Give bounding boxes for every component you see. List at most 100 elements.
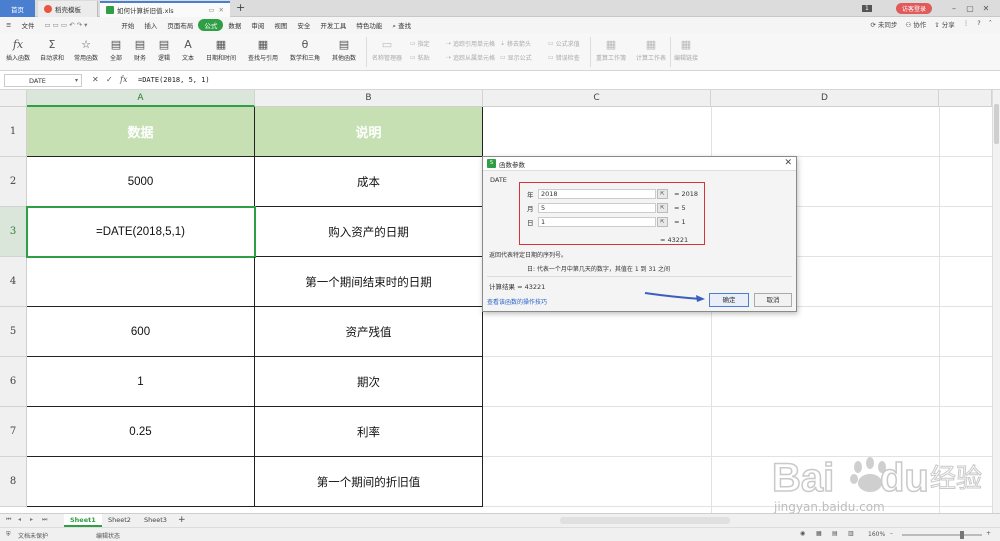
trace-precedents-button[interactable]: ⇢ 追踪引用单元格 <box>446 39 495 48</box>
fx-icon[interactable]: fx <box>120 75 127 84</box>
row-header-5[interactable]: 5 <box>0 307 27 357</box>
tab-home[interactable]: 首页 <box>0 0 35 17</box>
other-functions-button[interactable]: ▤ 其他函数 <box>332 35 356 63</box>
protect-status[interactable]: 文档未保护 <box>18 531 48 540</box>
maximize-icon[interactable]: ▢ <box>962 4 978 13</box>
name-box[interactable]: DATE ▾ <box>4 74 82 87</box>
visitor-login-button[interactable]: 访客登录 <box>896 2 933 14</box>
prev-sheet-icon[interactable]: ◂ <box>18 516 21 523</box>
cell-b7[interactable]: 利率 <box>255 407 483 457</box>
lookup-reference-button[interactable]: ▦ 查找与引用 <box>248 35 278 63</box>
menu-developer[interactable]: 开发工具 <box>315 20 351 30</box>
cell-b8[interactable]: 第一个期间的折旧值 <box>255 457 483 507</box>
monitor-icon[interactable]: ▭ <box>208 6 214 14</box>
normal-view-icon[interactable]: ▦ <box>816 530 822 537</box>
close-icon[interactable]: ✕ <box>784 158 792 168</box>
math-trig-button[interactable]: θ 数学和三角 <box>290 35 320 63</box>
menu-home[interactable]: 开始 <box>116 20 139 30</box>
minimize-icon[interactable]: – <box>946 4 962 13</box>
date-time-button[interactable]: ▦ 日期和时间 <box>206 35 236 63</box>
all-functions-button[interactable]: ▤ 全部 <box>110 35 122 63</box>
menu-icon[interactable]: ≡ <box>0 21 16 29</box>
last-sheet-icon[interactable]: ⏭ <box>42 516 47 524</box>
cell-a5[interactable]: 600 <box>27 307 255 357</box>
row-header-7[interactable]: 7 <box>0 407 27 457</box>
more-icon[interactable]: ⋮ <box>963 19 970 29</box>
toolbar-quick-access[interactable]: ▭ ▭ ▭ ↶ ↷ ▾ <box>39 21 92 29</box>
cell-a7[interactable]: 0.25 <box>27 407 255 457</box>
error-check-button[interactable]: ▭ 错误检查 <box>548 53 580 62</box>
zoom-level[interactable]: 160% <box>868 531 885 538</box>
sheet-tab-1[interactable]: Sheet1 <box>64 514 102 527</box>
vertical-scrollbar[interactable] <box>992 90 1000 513</box>
cell-b4[interactable]: 第一个期间结束时的日期 <box>255 257 483 307</box>
edit-links-button[interactable]: ▦ 编辑链接 <box>674 35 698 63</box>
page-break-icon[interactable]: ▥ <box>848 530 854 537</box>
menu-review[interactable]: 审阅 <box>246 20 269 30</box>
row-header-2[interactable]: 2 <box>0 157 27 207</box>
cell-a1[interactable]: 数据 <box>27 107 255 157</box>
column-header-e[interactable] <box>939 90 992 107</box>
cancel-button[interactable]: 取消 <box>754 293 792 307</box>
collaborate-button[interactable]: ⚇ 协作 <box>905 19 926 29</box>
cell-b5[interactable]: 资产残值 <box>255 307 483 357</box>
financial-button[interactable]: ▤ 财务 <box>134 35 146 63</box>
menu-page-layout[interactable]: 页面布局 <box>162 20 198 30</box>
zoom-slider-thumb[interactable] <box>960 531 964 539</box>
first-sheet-icon[interactable]: ⏮ <box>6 516 11 524</box>
menu-security[interactable]: 安全 <box>292 20 315 30</box>
paste-name-button[interactable]: ▭ 粘贴 <box>410 53 430 62</box>
row-header-6[interactable]: 6 <box>0 357 27 407</box>
chevron-down-icon[interactable]: ▾ <box>75 77 78 84</box>
text-button[interactable]: A 文本 <box>182 35 194 63</box>
cancel-formula-icon[interactable]: ✕ <box>92 75 99 84</box>
tab-daoke-templates[interactable]: 稻壳模板 <box>38 1 98 17</box>
new-tab-icon[interactable]: + <box>236 1 245 14</box>
close-tab-icon[interactable]: ✕ <box>219 6 224 14</box>
tab-document[interactable]: 如何计算折旧值.xls ▭ ✕ <box>100 1 230 17</box>
menu-data[interactable]: 数据 <box>223 20 246 30</box>
cell-b6[interactable]: 期次 <box>255 357 483 407</box>
recalc-workbook-button[interactable]: ▦ 重算工作簿 <box>596 35 626 63</box>
cell-a2[interactable]: 5000 <box>27 157 255 207</box>
row-header-8[interactable]: 8 <box>0 457 27 507</box>
cell-a6[interactable]: 1 <box>27 357 255 407</box>
cell-b3[interactable]: 购入资产的日期 <box>255 207 483 257</box>
help-icon[interactable]: ? <box>977 19 980 29</box>
formula-input[interactable]: =DATE(2018, 5, 1) <box>138 76 210 84</box>
search-menu[interactable]: ⌕ 查找 <box>387 20 416 31</box>
horizontal-scrollbar[interactable] <box>560 517 730 524</box>
sync-status[interactable]: ⟳ 未同步 <box>870 19 897 29</box>
zoom-in-icon[interactable]: + <box>986 530 991 537</box>
remove-arrows-button[interactable]: ⇣ 移去箭头 <box>500 39 531 48</box>
menu-view[interactable]: 视图 <box>269 20 292 30</box>
row-header-4[interactable]: 4 <box>0 257 27 307</box>
share-button[interactable]: ⇪ 分享 <box>934 19 955 29</box>
column-header-d[interactable]: D <box>711 90 939 107</box>
ok-button[interactable]: 确定 <box>709 293 749 307</box>
collapse-ribbon-icon[interactable]: ˄ <box>989 19 992 29</box>
function-help-link[interactable]: 查看该函数的操作技巧 <box>487 297 547 306</box>
close-window-icon[interactable]: ✕ <box>978 4 994 13</box>
column-header-c[interactable]: C <box>483 90 711 107</box>
scrollbar-thumb[interactable] <box>994 104 999 144</box>
common-functions-button[interactable]: ☆ 常用函数 <box>74 35 98 63</box>
evaluate-formula-button[interactable]: ▭ 公式求值 <box>548 39 580 48</box>
next-sheet-icon[interactable]: ▸ <box>30 516 33 523</box>
confirm-formula-icon[interactable]: ✓ <box>106 75 113 84</box>
name-manager-button[interactable]: ▭ 名称管理器 <box>372 35 402 63</box>
insert-function-button[interactable]: fx 插入函数 <box>6 35 30 63</box>
zoom-out-icon[interactable]: – <box>890 530 893 537</box>
row-header-3[interactable]: 3 <box>0 207 27 257</box>
cell-a4[interactable] <box>27 257 255 307</box>
row-header-1[interactable]: 1 <box>0 107 27 157</box>
show-formulas-button[interactable]: ▭ 显示公式 <box>500 53 532 62</box>
cell-b1[interactable]: 说明 <box>255 107 483 157</box>
add-sheet-button[interactable]: + <box>172 514 192 527</box>
sheet-tab-3[interactable]: Sheet3 <box>138 514 173 527</box>
trace-dependents-button[interactable]: ⇢ 追踪从属单元格 <box>446 53 495 62</box>
calc-sheet-button[interactable]: ▦ 计算工作表 <box>636 35 666 63</box>
eye-icon[interactable]: ◉ <box>800 530 805 537</box>
page-layout-icon[interactable]: ▤ <box>832 530 838 537</box>
autosum-button[interactable]: Σ 自动求和 <box>40 35 64 63</box>
